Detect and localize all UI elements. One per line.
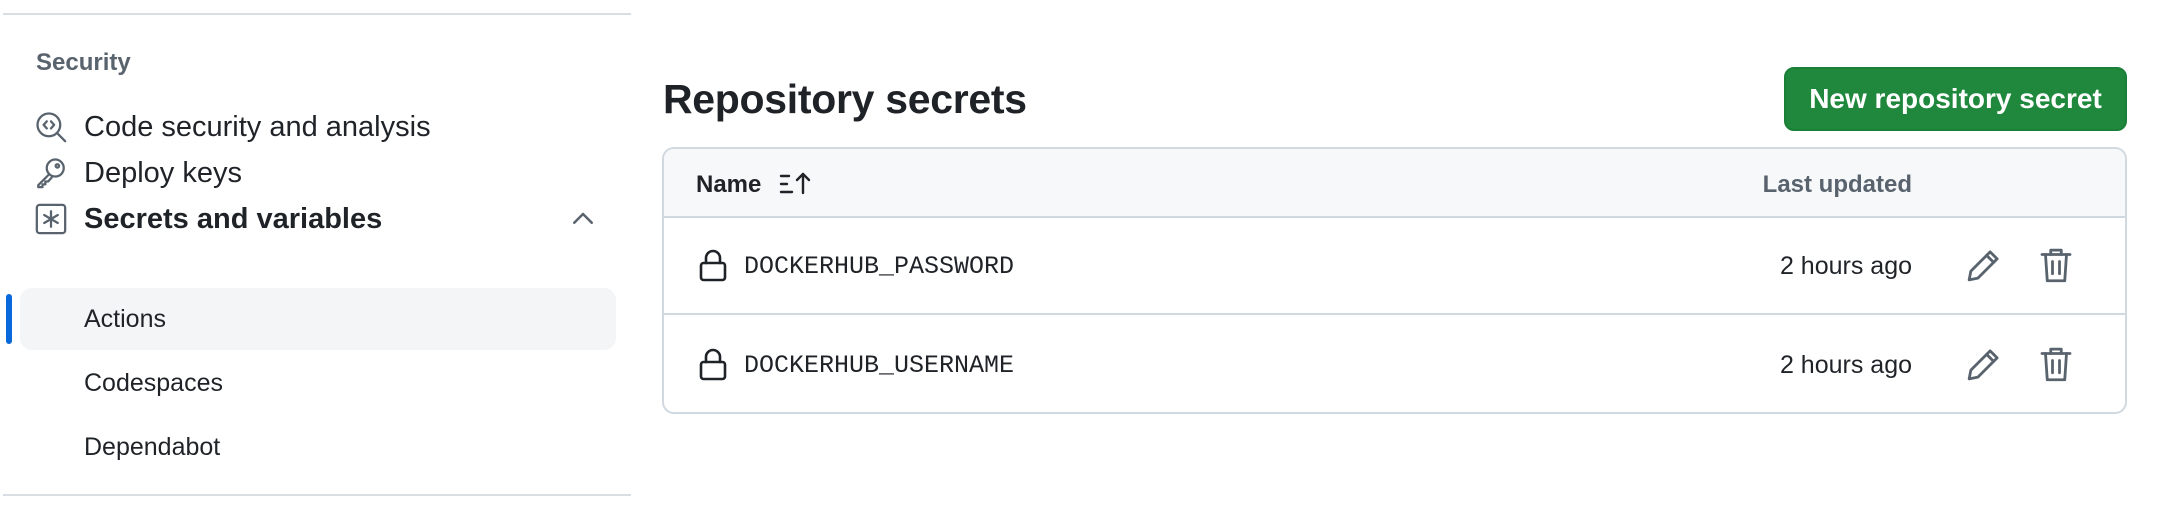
secret-name: DOCKERHUB_USERNAME (744, 351, 1015, 380)
edit-secret-button[interactable] (1963, 343, 2005, 385)
sidebar-subitem-actions[interactable]: Actions (20, 288, 616, 350)
new-repository-secret-button[interactable]: New repository secret (1784, 67, 2127, 131)
pencil-icon (1967, 250, 1999, 282)
sidebar-subitem-dependabot[interactable]: Dependabot (20, 416, 616, 478)
trash-icon (2040, 347, 2072, 382)
lock-icon (698, 347, 728, 381)
sidebar-item-secrets-and-variables[interactable]: Secrets and variables (20, 188, 616, 250)
sidebar-subitem-codespaces[interactable]: Codespaces (20, 352, 616, 414)
pencil-icon (1967, 349, 1999, 381)
sidebar-item-label: Deploy keys (84, 156, 242, 189)
delete-secret-button[interactable] (2035, 244, 2077, 286)
table-row: DOCKERHUB_PASSWORD 2 hours ago (664, 218, 2125, 315)
sidebar-subitem-label: Actions (84, 304, 166, 333)
page-title: Repository secrets (663, 76, 1027, 122)
key-icon (34, 156, 68, 190)
column-header-name[interactable]: Name (696, 171, 761, 199)
table-header: Name Last updated (664, 149, 2125, 218)
lock-icon (698, 248, 728, 282)
sidebar-section-heading: Security (36, 49, 131, 76)
codescan-icon (34, 110, 68, 144)
secrets-table: Name Last updated DOCKERHUB_PASSWORD 2 h… (662, 147, 2127, 414)
active-indicator (6, 294, 12, 344)
table-row: DOCKERHUB_USERNAME 2 hours ago (664, 317, 2125, 412)
secret-last-updated: 2 hours ago (1779, 252, 1912, 280)
sort-ascending-icon[interactable] (778, 169, 812, 199)
trash-icon (2040, 248, 2072, 283)
asterisk-icon (34, 202, 68, 236)
delete-secret-button[interactable] (2035, 343, 2077, 385)
sidebar-subitem-label: Codespaces (84, 368, 223, 397)
sidebar-item-label: Secrets and variables (84, 202, 383, 235)
sidebar-subitem-label: Dependabot (84, 432, 221, 461)
secret-last-updated: 2 hours ago (1779, 351, 1912, 379)
secret-name: DOCKERHUB_PASSWORD (744, 252, 1015, 281)
sidebar-divider-bottom (3, 494, 631, 496)
sidebar-item-label: Code security and analysis (84, 110, 431, 143)
chevron-up-icon[interactable] (568, 204, 598, 234)
column-header-last-updated: Last updated (1762, 171, 1912, 198)
edit-secret-button[interactable] (1963, 244, 2005, 286)
sidebar-divider-top (3, 13, 631, 15)
